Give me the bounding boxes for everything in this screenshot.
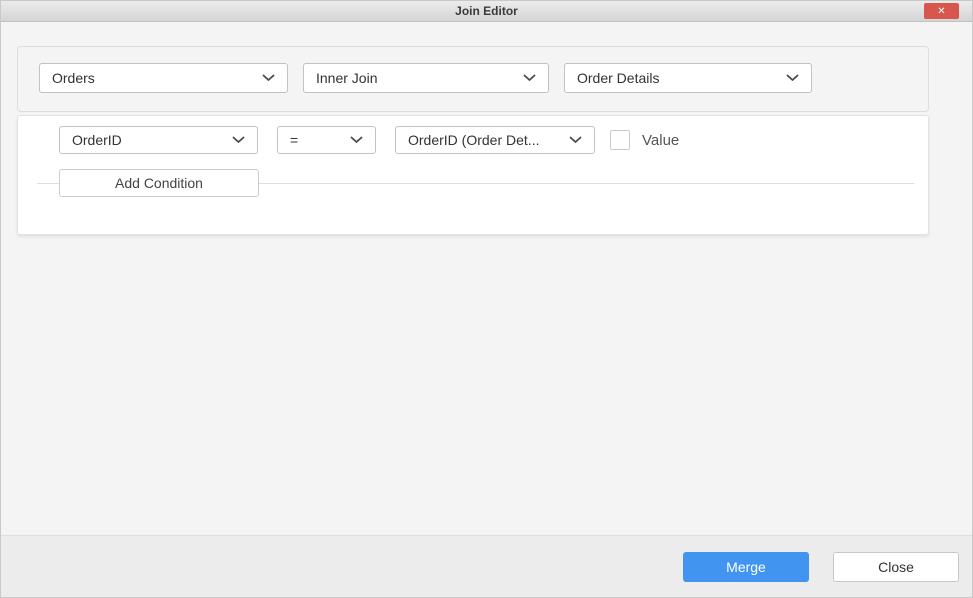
join-editor-dialog: Join Editor ✕ Orders Inner Join Order De… bbox=[0, 0, 973, 598]
close-button[interactable]: ✕ bbox=[924, 3, 959, 19]
close-icon: ✕ bbox=[937, 5, 946, 17]
left-table-value: Orders bbox=[52, 70, 95, 86]
condition-left-field-dropdown[interactable]: OrderID bbox=[59, 126, 258, 154]
merge-button[interactable]: Merge bbox=[683, 552, 809, 582]
join-type-dropdown[interactable]: Inner Join bbox=[303, 63, 549, 93]
add-condition-button[interactable]: Add Condition bbox=[59, 169, 259, 197]
join-type-value: Inner Join bbox=[316, 70, 378, 86]
chevron-down-icon bbox=[262, 74, 275, 82]
close-dialog-button[interactable]: Close bbox=[833, 552, 959, 582]
condition-operator-dropdown[interactable]: = bbox=[277, 126, 376, 154]
condition-left-field-value: OrderID bbox=[72, 132, 122, 148]
join-tables-panel: Orders Inner Join Order Details bbox=[17, 46, 929, 112]
left-table-dropdown[interactable]: Orders bbox=[39, 63, 288, 93]
value-label: Value bbox=[642, 131, 680, 149]
dialog-footer: Merge Close bbox=[1, 535, 972, 597]
value-checkbox[interactable] bbox=[610, 130, 630, 150]
chevron-down-icon bbox=[523, 74, 536, 82]
value-checkbox-group: Value bbox=[610, 130, 679, 150]
condition-right-field-value: OrderID (Order Det... bbox=[408, 132, 540, 148]
condition-operator-value: = bbox=[290, 132, 299, 148]
chevron-down-icon bbox=[569, 136, 582, 144]
title-bar: Join Editor ✕ bbox=[1, 1, 972, 22]
chevron-down-icon bbox=[350, 136, 363, 144]
chevron-down-icon bbox=[786, 74, 799, 82]
right-table-dropdown[interactable]: Order Details bbox=[564, 63, 812, 93]
page-title: Join Editor bbox=[455, 4, 518, 18]
chevron-down-icon bbox=[232, 136, 245, 144]
join-condition-panel: OrderID = OrderID (Order Det... Value Ad… bbox=[17, 115, 929, 235]
condition-right-field-dropdown[interactable]: OrderID (Order Det... bbox=[395, 126, 595, 154]
right-table-value: Order Details bbox=[577, 70, 660, 86]
